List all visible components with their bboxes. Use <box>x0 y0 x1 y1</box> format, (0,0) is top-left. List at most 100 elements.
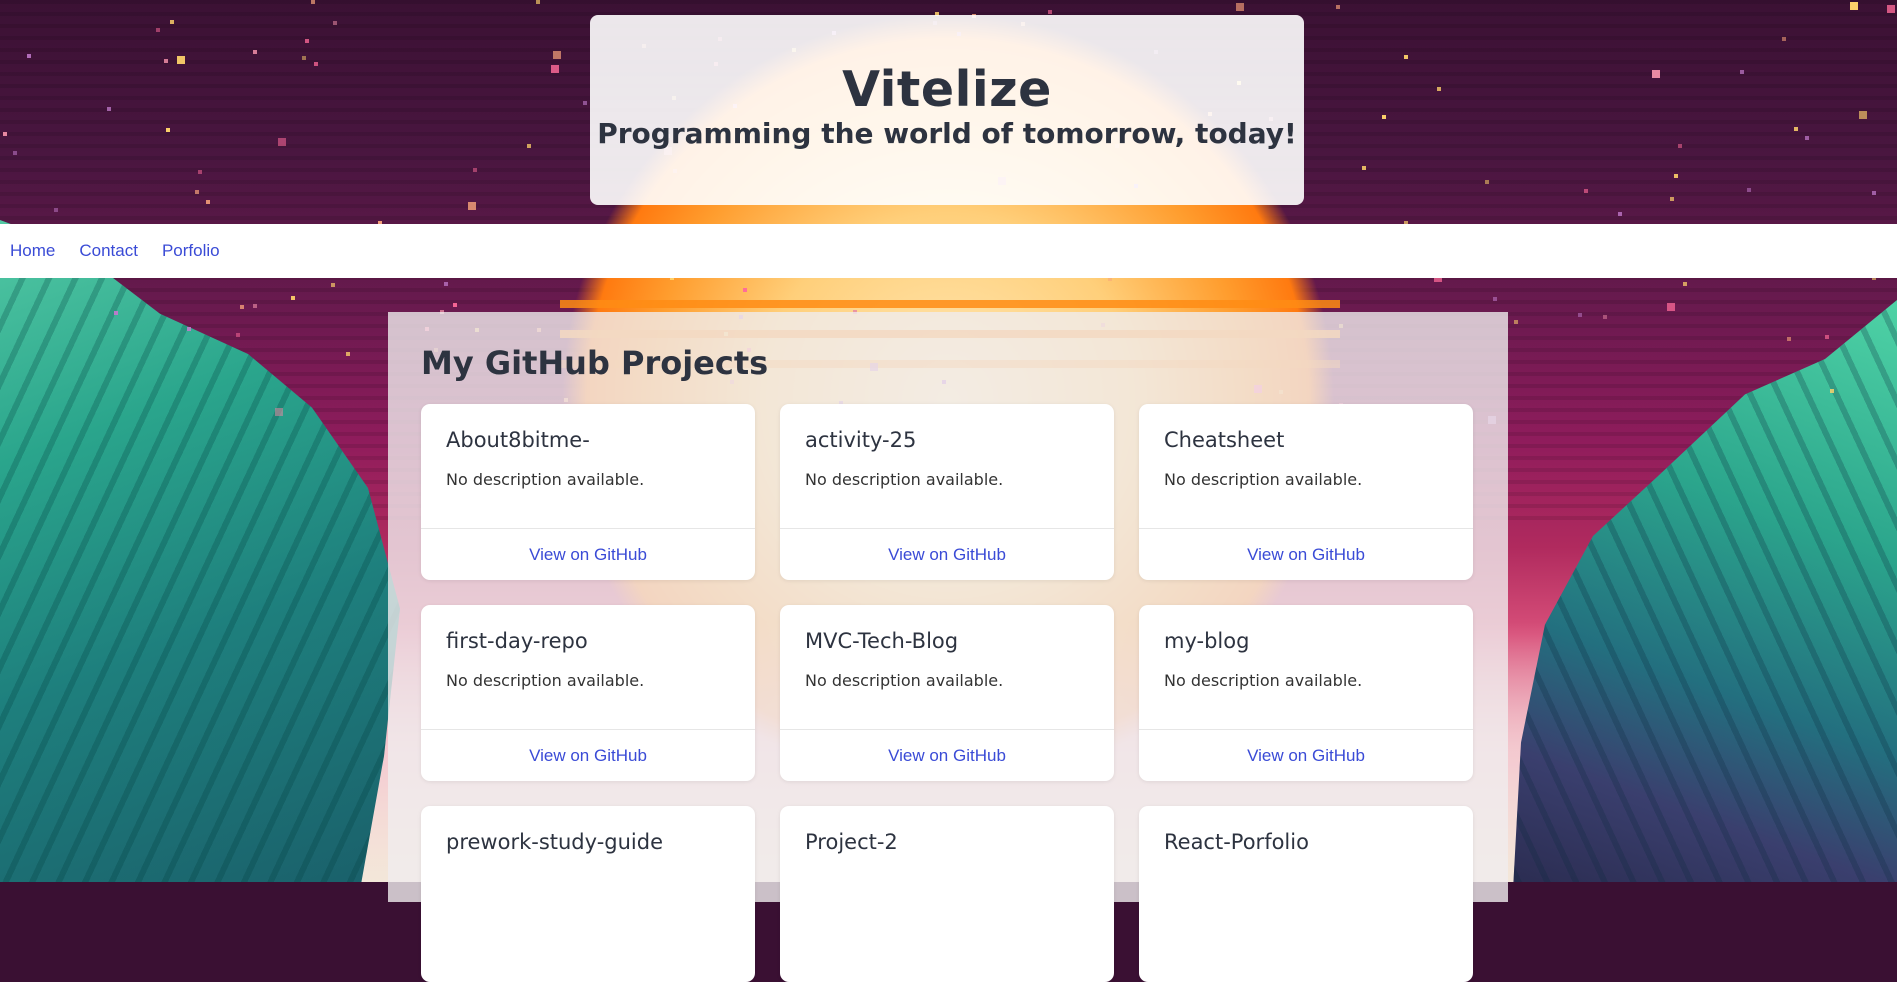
site-title: Vitelize <box>842 61 1052 118</box>
project-name: React-Porfolio <box>1164 830 1309 854</box>
star-pixel <box>1805 136 1809 140</box>
star-pixel <box>278 138 286 146</box>
project-card: Cheatsheet No description available. Vie… <box>1139 404 1473 580</box>
project-name: About8bitme- <box>446 428 590 452</box>
star-pixel <box>314 62 318 66</box>
star-pixel <box>1485 180 1489 184</box>
star-pixel <box>1667 303 1675 311</box>
star-pixel <box>527 144 531 148</box>
star-pixel <box>291 296 295 300</box>
card-footer: View on GitHub <box>1139 528 1473 580</box>
project-name: activity-25 <box>805 428 917 452</box>
star-pixel <box>195 190 199 194</box>
projects-panel: My GitHub Projects About8bitme- No descr… <box>388 312 1508 982</box>
star-pixel <box>743 288 747 292</box>
view-on-github-link[interactable]: View on GitHub <box>529 746 647 766</box>
project-name: Cheatsheet <box>1164 428 1285 452</box>
star-pixel <box>1740 70 1744 74</box>
nav-link-home[interactable]: Home <box>10 241 55 261</box>
view-on-github-link[interactable]: View on GitHub <box>888 545 1006 565</box>
star-pixel <box>331 283 335 287</box>
star-pixel <box>1887 5 1895 13</box>
project-description: No description available. <box>446 470 645 489</box>
card-body: first-day-repo No description available. <box>421 605 755 729</box>
view-on-github-link[interactable]: View on GitHub <box>1247 545 1365 565</box>
star-pixel <box>1678 144 1682 148</box>
star-pixel <box>1830 389 1834 393</box>
star-pixel <box>13 151 17 155</box>
star-pixel <box>206 200 210 204</box>
view-on-github-link[interactable]: View on GitHub <box>1247 746 1365 766</box>
card-footer: View on GitHub <box>421 729 755 781</box>
star-pixel <box>346 352 350 356</box>
star-pixel <box>1782 37 1786 41</box>
project-card: React-Porfolio <box>1139 806 1473 982</box>
star-pixel <box>1578 313 1582 317</box>
card-body: Project-2 <box>780 806 1114 982</box>
star-pixel <box>553 51 561 59</box>
star-pixel <box>1747 188 1751 192</box>
nav-bar: Home Contact Porfolio <box>0 224 1897 278</box>
project-name: prework-study-guide <box>446 830 663 854</box>
star-pixel <box>1437 87 1441 91</box>
star-pixel <box>1336 5 1340 9</box>
project-card: About8bitme- No description available. V… <box>421 404 755 580</box>
project-name: my-blog <box>1164 629 1250 653</box>
projects-heading: My GitHub Projects <box>421 344 769 382</box>
star-pixel <box>1859 111 1867 119</box>
star-pixel <box>1404 55 1408 59</box>
star-pixel <box>236 333 240 337</box>
project-description: No description available. <box>805 470 1004 489</box>
star-pixel <box>27 54 31 58</box>
star-pixel <box>187 327 191 331</box>
project-card: first-day-repo No description available.… <box>421 605 755 781</box>
star-pixel <box>275 408 283 416</box>
star-pixel <box>1652 70 1660 78</box>
card-body: MVC-Tech-Blog No description available. <box>780 605 1114 729</box>
project-name: MVC-Tech-Blog <box>805 629 959 653</box>
card-body: React-Porfolio <box>1139 806 1473 982</box>
star-pixel <box>536 0 540 4</box>
star-pixel <box>253 50 257 54</box>
view-on-github-link[interactable]: View on GitHub <box>888 746 1006 766</box>
project-name: first-day-repo <box>446 629 588 653</box>
project-card: prework-study-guide <box>421 806 755 982</box>
star-pixel <box>170 20 174 24</box>
project-description: No description available. <box>1164 671 1363 690</box>
project-description: No description available. <box>446 671 645 690</box>
view-on-github-link[interactable]: View on GitHub <box>529 545 647 565</box>
star-pixel <box>1787 337 1791 341</box>
star-pixel <box>107 107 111 111</box>
star-pixel <box>468 202 476 210</box>
project-description: No description available. <box>805 671 1004 690</box>
project-name: Project-2 <box>805 830 898 854</box>
card-footer: View on GitHub <box>1139 729 1473 781</box>
star-pixel <box>1382 115 1386 119</box>
nav-link-contact[interactable]: Contact <box>79 241 138 261</box>
nav-link-portfolio[interactable]: Porfolio <box>162 241 220 261</box>
card-body: About8bitme- No description available. <box>421 404 755 528</box>
star-pixel <box>453 303 457 307</box>
star-pixel <box>1493 297 1497 301</box>
star-pixel <box>164 59 168 63</box>
project-card: my-blog No description available. View o… <box>1139 605 1473 781</box>
site-tagline: Programming the world of tomorrow, today… <box>597 117 1297 150</box>
star-pixel <box>1048 10 1052 14</box>
star-pixel <box>198 170 202 174</box>
star-pixel <box>1683 282 1687 286</box>
star-pixel <box>156 28 160 32</box>
star-pixel <box>473 168 477 172</box>
projects-grid: About8bitme- No description available. V… <box>421 404 1474 982</box>
star-pixel <box>253 304 257 308</box>
star-pixel <box>1850 2 1858 10</box>
card-body: prework-study-guide <box>421 806 755 982</box>
star-pixel <box>1236 3 1244 11</box>
star-pixel <box>333 21 337 25</box>
star-pixel <box>583 101 587 105</box>
star-pixel <box>311 0 315 4</box>
star-pixel <box>1584 189 1588 193</box>
project-description: No description available. <box>1164 470 1363 489</box>
star-pixel <box>54 208 58 212</box>
card-footer: View on GitHub <box>780 729 1114 781</box>
star-pixel <box>1794 127 1798 131</box>
